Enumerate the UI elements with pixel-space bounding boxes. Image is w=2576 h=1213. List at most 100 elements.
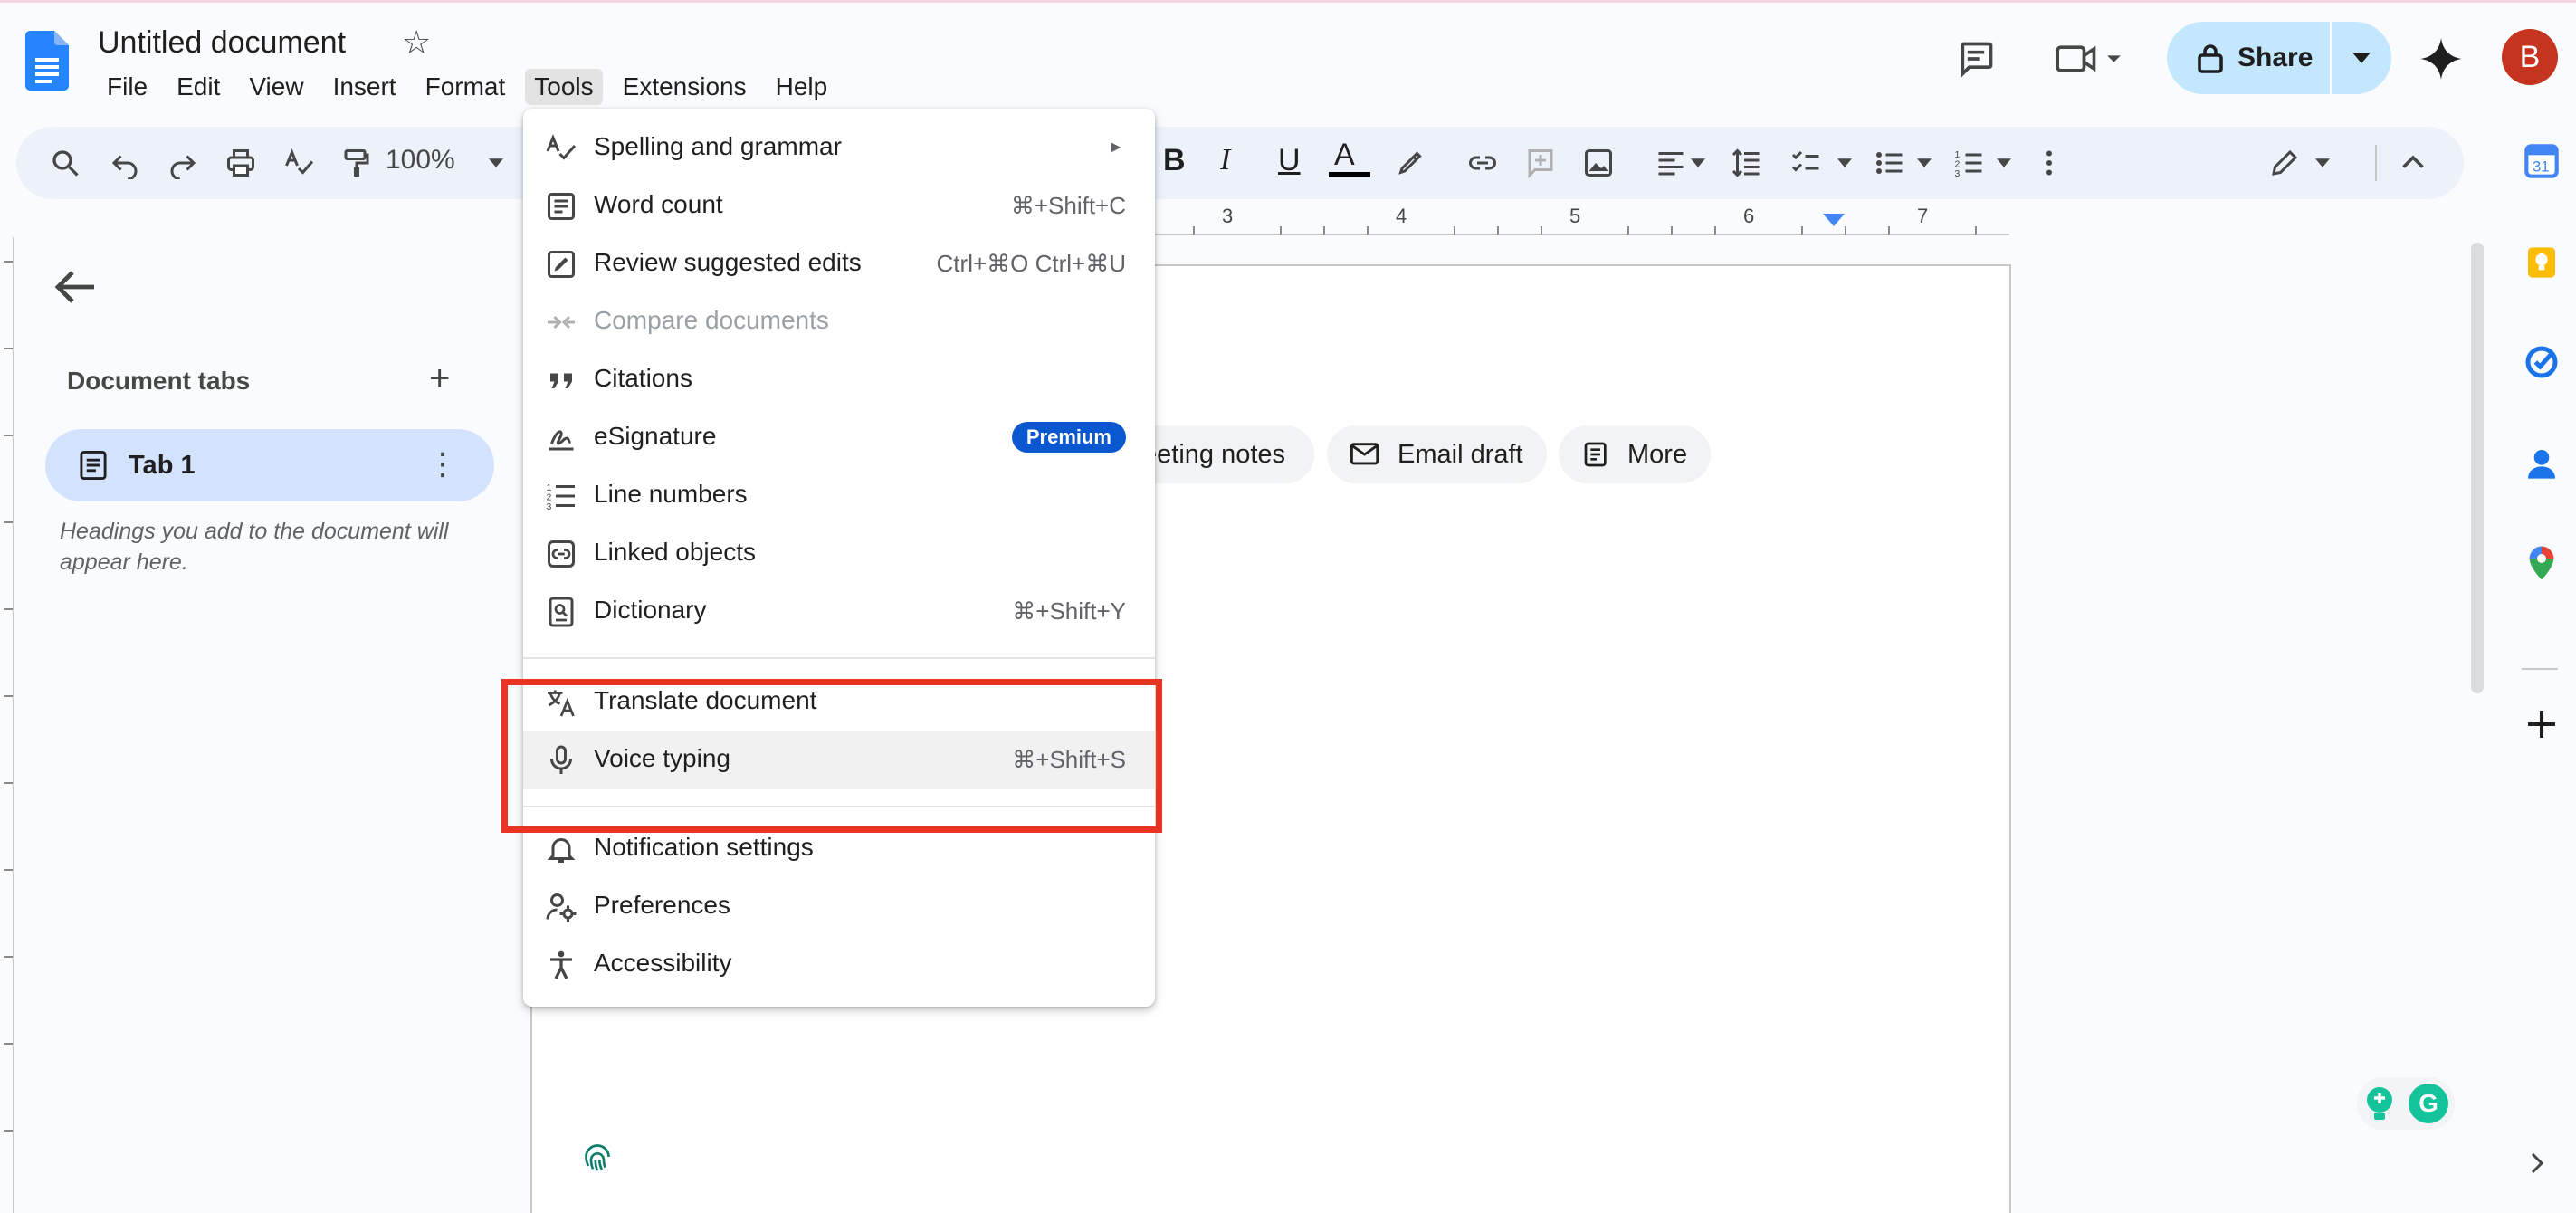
chip-more[interactable]: More xyxy=(1559,425,1712,483)
menu-item-citations[interactable]: Citations xyxy=(523,351,1155,409)
signature-icon xyxy=(549,430,574,451)
document-tabs-title: Document tabs xyxy=(67,367,251,395)
menu-format[interactable]: Format xyxy=(416,69,515,105)
chip-email-draft[interactable]: Email draft xyxy=(1327,425,1547,483)
paint-format-icon[interactable] xyxy=(339,145,375,181)
lock-icon xyxy=(2198,44,2223,73)
align-chevron-down-icon[interactable] xyxy=(1689,145,1707,181)
user-avatar[interactable]: B xyxy=(2502,29,2558,85)
google-keep-icon[interactable] xyxy=(2524,244,2560,281)
menu-item-label: Linked objects xyxy=(594,538,757,566)
toolbar-divider xyxy=(2375,145,2377,181)
menu-item-word-count[interactable]: Word count ⌘+Shift+C xyxy=(523,177,1155,235)
side-panel: 31 xyxy=(2498,127,2576,1213)
document-add-icon xyxy=(1584,442,1607,467)
premium-badge: Premium xyxy=(1011,422,1126,453)
undo-icon[interactable] xyxy=(107,145,143,181)
vertical-ruler[interactable] xyxy=(0,237,14,1213)
google-tasks-icon[interactable] xyxy=(2524,344,2560,380)
text-color-button[interactable]: A xyxy=(1334,138,1355,173)
align-left-icon[interactable] xyxy=(1653,145,1689,181)
redo-icon[interactable] xyxy=(165,145,201,181)
dictionary-icon xyxy=(549,597,574,627)
print-icon[interactable] xyxy=(223,145,259,181)
add-tab-plus-icon[interactable]: + xyxy=(429,358,450,399)
horizontal-ruler[interactable]: 3 4 5 6 7 xyxy=(1150,205,2009,235)
document-title[interactable]: Untitled document xyxy=(98,25,346,61)
checklist-chevron-down-icon[interactable] xyxy=(1836,145,1854,181)
menu-item-line-numbers[interactable]: 123 Line numbers xyxy=(523,467,1155,525)
sidebar-item-tab-1[interactable]: Tab 1 ⋮ xyxy=(45,429,494,501)
insert-link-icon[interactable] xyxy=(1465,145,1501,181)
menu-edit[interactable]: Edit xyxy=(167,69,229,105)
google-maps-icon[interactable] xyxy=(2524,545,2560,581)
add-comment-icon[interactable] xyxy=(1522,145,1559,181)
numbered-list-icon[interactable]: 123 xyxy=(1951,145,1988,181)
highlight-pen-icon[interactable] xyxy=(1392,145,1428,181)
zoom-chevron-down-icon[interactable] xyxy=(487,145,505,181)
more-options-icon[interactable] xyxy=(2031,145,2067,181)
star-icon[interactable]: ☆ xyxy=(402,24,431,62)
editing-mode-chevron-down-icon[interactable] xyxy=(2314,145,2332,181)
ruler-baseline xyxy=(1150,234,2009,235)
share-button[interactable]: Share xyxy=(2167,22,2391,94)
numbered-chevron-down-icon[interactable] xyxy=(1995,145,2013,181)
menu-item-linked-objects[interactable]: Linked objects xyxy=(523,525,1155,583)
bold-button[interactable]: B xyxy=(1163,143,1186,178)
editing-mode-pencil-icon[interactable] xyxy=(2266,145,2303,181)
top-accent-line xyxy=(0,0,2576,3)
linked-objects-icon xyxy=(548,540,575,568)
ruler-tick xyxy=(1888,226,1890,235)
vertical-scrollbar[interactable] xyxy=(2471,243,2484,693)
menu-item-review-suggested-edits[interactable]: Review suggested edits Ctrl+⌘O Ctrl+⌘U xyxy=(523,235,1155,293)
meet-camera-icon[interactable] xyxy=(2053,36,2125,81)
menu-view[interactable]: View xyxy=(240,69,312,105)
search-menus-icon[interactable] xyxy=(47,145,83,181)
menu-extensions[interactable]: Extensions xyxy=(614,69,756,105)
headings-hint: Headings you add to the document will ap… xyxy=(60,519,449,575)
ruler-tick xyxy=(1975,226,1977,235)
share-main-button[interactable]: Share xyxy=(2167,22,2332,94)
menu-item-accessibility[interactable]: Accessibility xyxy=(523,936,1155,994)
checklist-icon[interactable] xyxy=(1789,145,1825,181)
back-arrow-icon[interactable] xyxy=(54,268,98,306)
hide-menus-chevron-up-icon[interactable] xyxy=(2395,145,2431,181)
spellcheck-icon[interactable] xyxy=(281,145,317,181)
menu-insert[interactable]: Insert xyxy=(324,69,405,105)
ruler-tick xyxy=(1367,226,1369,235)
ruler-tick xyxy=(1714,226,1716,235)
comment-history-icon[interactable] xyxy=(1953,36,1999,81)
menu-help[interactable]: Help xyxy=(767,69,837,105)
google-docs-logo-icon[interactable] xyxy=(25,31,69,91)
zoom-select[interactable]: 100% xyxy=(386,145,455,176)
menu-item-dictionary[interactable]: Dictionary ⌘+Shift+Y xyxy=(523,583,1155,641)
menu-tools[interactable]: Tools xyxy=(525,69,603,105)
show-side-panel-chevron-icon[interactable] xyxy=(2524,1150,2551,1177)
menu-item-preferences[interactable]: Preferences xyxy=(523,878,1155,936)
right-indent-marker[interactable] xyxy=(1823,214,1845,226)
compare-icon xyxy=(548,315,575,330)
menu-item-label: eSignature xyxy=(594,422,717,450)
bulleted-chevron-down-icon[interactable] xyxy=(1915,145,1933,181)
get-addons-plus-icon[interactable] xyxy=(2524,706,2560,742)
italic-button[interactable]: I xyxy=(1220,143,1230,177)
tab-options-kebab-icon[interactable]: ⋮ xyxy=(427,449,458,480)
gemini-sparkle-icon[interactable] xyxy=(2419,36,2464,81)
quote-icon xyxy=(550,373,572,388)
ruler-tick xyxy=(4,261,13,263)
underline-button[interactable]: U xyxy=(1278,143,1301,178)
red-highlight-box xyxy=(501,679,1162,833)
google-calendar-icon[interactable]: 31 xyxy=(2524,143,2560,179)
insert-image-icon[interactable] xyxy=(1580,145,1617,181)
fingerprint-icon[interactable] xyxy=(579,1139,615,1175)
ruler-tick xyxy=(4,869,13,871)
menu-file[interactable]: File xyxy=(98,69,157,105)
grammarly-widget[interactable]: G xyxy=(2357,1077,2455,1130)
lightbulb-icon xyxy=(2367,1087,2392,1120)
menu-item-esignature[interactable]: eSignature Premium xyxy=(523,409,1155,467)
share-dropdown-button[interactable] xyxy=(2332,53,2391,63)
google-contacts-icon[interactable] xyxy=(2524,445,2560,482)
bulleted-list-icon[interactable] xyxy=(1872,145,1908,181)
line-spacing-icon[interactable] xyxy=(1729,145,1765,181)
menu-item-spelling-and-grammar[interactable]: Spelling and grammar ► xyxy=(523,119,1155,177)
